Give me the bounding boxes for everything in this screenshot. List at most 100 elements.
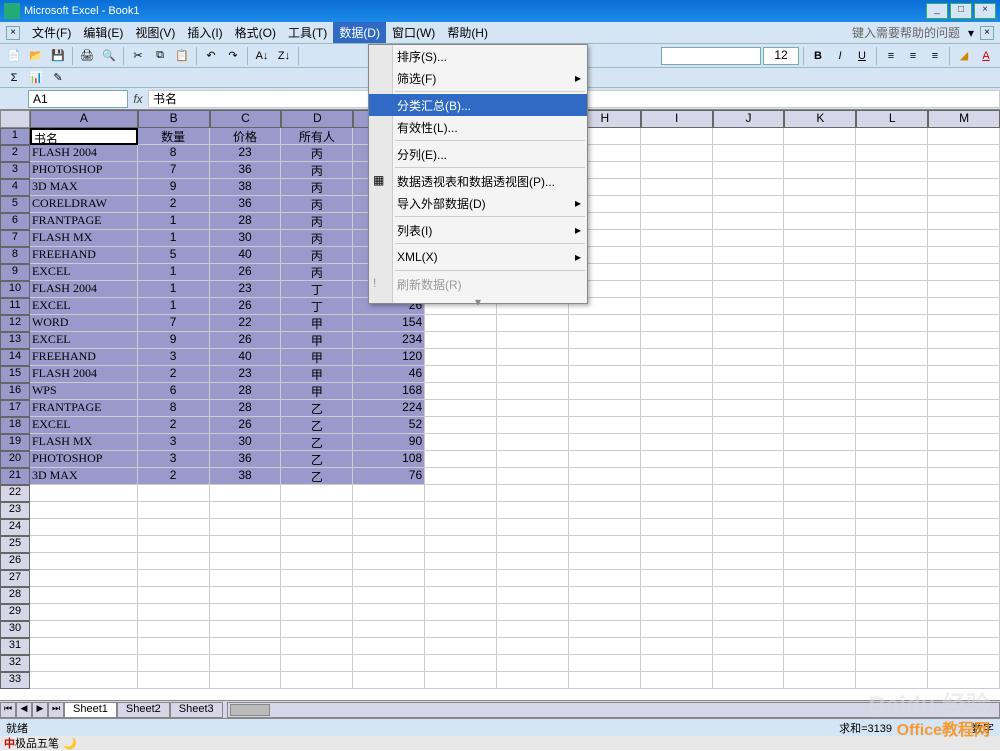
fx-icon[interactable]: fx — [128, 92, 148, 106]
cell[interactable] — [281, 519, 353, 536]
cell[interactable] — [210, 519, 282, 536]
cell[interactable] — [569, 621, 641, 638]
cell[interactable] — [353, 519, 425, 536]
row-header[interactable]: 9 — [0, 264, 30, 281]
cell[interactable] — [569, 332, 641, 349]
cell[interactable] — [928, 349, 1000, 366]
cell[interactable] — [569, 536, 641, 553]
cell[interactable] — [928, 400, 1000, 417]
cell[interactable]: 40 — [210, 247, 282, 264]
cell[interactable] — [138, 655, 210, 672]
cell[interactable] — [928, 417, 1000, 434]
cell[interactable]: 26 — [210, 298, 282, 315]
cell[interactable] — [928, 298, 1000, 315]
cell[interactable] — [928, 332, 1000, 349]
row-header[interactable]: 20 — [0, 451, 30, 468]
col-header-i[interactable]: I — [641, 110, 713, 128]
cell[interactable] — [353, 587, 425, 604]
cell[interactable]: 120 — [353, 349, 425, 366]
chart-icon[interactable]: 📊 — [26, 68, 46, 88]
cell[interactable]: 2 — [138, 417, 210, 434]
cell[interactable] — [856, 468, 928, 485]
menu-data[interactable]: 数据(D) — [333, 22, 386, 43]
cell[interactable] — [713, 230, 785, 247]
cell[interactable] — [641, 128, 713, 145]
cell[interactable] — [713, 417, 785, 434]
cell[interactable] — [713, 315, 785, 332]
cell[interactable] — [784, 128, 856, 145]
preview-icon[interactable]: 🔍 — [99, 46, 119, 66]
cell[interactable] — [928, 383, 1000, 400]
cell[interactable]: 26 — [210, 264, 282, 281]
cell[interactable] — [713, 145, 785, 162]
redo-icon[interactable]: ↷ — [223, 46, 243, 66]
cell[interactable] — [210, 485, 282, 502]
cell[interactable] — [425, 655, 497, 672]
cell[interactable] — [928, 519, 1000, 536]
cell[interactable]: 22 — [210, 315, 282, 332]
cell[interactable]: 丙 — [281, 162, 353, 179]
cell[interactable] — [713, 247, 785, 264]
cell[interactable] — [30, 655, 138, 672]
cell[interactable] — [497, 655, 569, 672]
menu-window[interactable]: 窗口(W) — [386, 22, 441, 43]
cell[interactable] — [784, 298, 856, 315]
menu-help[interactable]: 帮助(H) — [441, 22, 494, 43]
row-header[interactable]: 32 — [0, 655, 30, 672]
row-header[interactable]: 15 — [0, 366, 30, 383]
cell[interactable]: FLASH 2004 — [30, 366, 138, 383]
cell[interactable] — [784, 570, 856, 587]
cell[interactable] — [353, 604, 425, 621]
cell[interactable] — [784, 519, 856, 536]
cell[interactable]: 7 — [138, 162, 210, 179]
drawing-icon[interactable]: ✎ — [48, 68, 68, 88]
row-header[interactable]: 8 — [0, 247, 30, 264]
cell[interactable]: 丁 — [281, 298, 353, 315]
cell[interactable] — [641, 570, 713, 587]
cell[interactable] — [928, 366, 1000, 383]
cell[interactable] — [281, 604, 353, 621]
cell[interactable] — [784, 553, 856, 570]
row-header[interactable]: 27 — [0, 570, 30, 587]
cell[interactable] — [30, 519, 138, 536]
cell[interactable] — [353, 553, 425, 570]
cell[interactable] — [569, 570, 641, 587]
cell[interactable]: 1 — [138, 264, 210, 281]
horizontal-scrollbar[interactable] — [227, 702, 1000, 718]
tab-nav-first-icon[interactable]: ⏮ — [0, 702, 16, 718]
cell[interactable] — [641, 519, 713, 536]
cell[interactable]: 甲 — [281, 349, 353, 366]
cell[interactable] — [30, 638, 138, 655]
cell[interactable] — [928, 502, 1000, 519]
cell[interactable] — [856, 281, 928, 298]
cell[interactable] — [641, 468, 713, 485]
cell[interactable] — [641, 349, 713, 366]
cell[interactable] — [641, 196, 713, 213]
cell[interactable] — [353, 502, 425, 519]
cell[interactable] — [713, 638, 785, 655]
cell[interactable] — [425, 468, 497, 485]
cell[interactable] — [784, 536, 856, 553]
menu-edit[interactable]: 编辑(E) — [77, 22, 129, 43]
cell[interactable] — [497, 366, 569, 383]
cell[interactable] — [425, 349, 497, 366]
cell[interactable] — [928, 230, 1000, 247]
cell[interactable]: 丙 — [281, 264, 353, 281]
cell[interactable] — [784, 638, 856, 655]
cell[interactable] — [425, 519, 497, 536]
cell[interactable] — [713, 383, 785, 400]
cell[interactable]: 乙 — [281, 451, 353, 468]
cell[interactable] — [713, 604, 785, 621]
cell[interactable] — [641, 298, 713, 315]
cell[interactable] — [569, 587, 641, 604]
cell[interactable] — [928, 570, 1000, 587]
menu-list[interactable]: 列表(I)▸ — [369, 219, 587, 241]
cell[interactable] — [425, 553, 497, 570]
cell[interactable] — [641, 400, 713, 417]
cell[interactable]: 23 — [210, 366, 282, 383]
cell[interactable] — [569, 502, 641, 519]
cell[interactable] — [928, 485, 1000, 502]
cell[interactable]: 丙 — [281, 247, 353, 264]
cell[interactable]: 3 — [138, 434, 210, 451]
cell[interactable] — [713, 468, 785, 485]
